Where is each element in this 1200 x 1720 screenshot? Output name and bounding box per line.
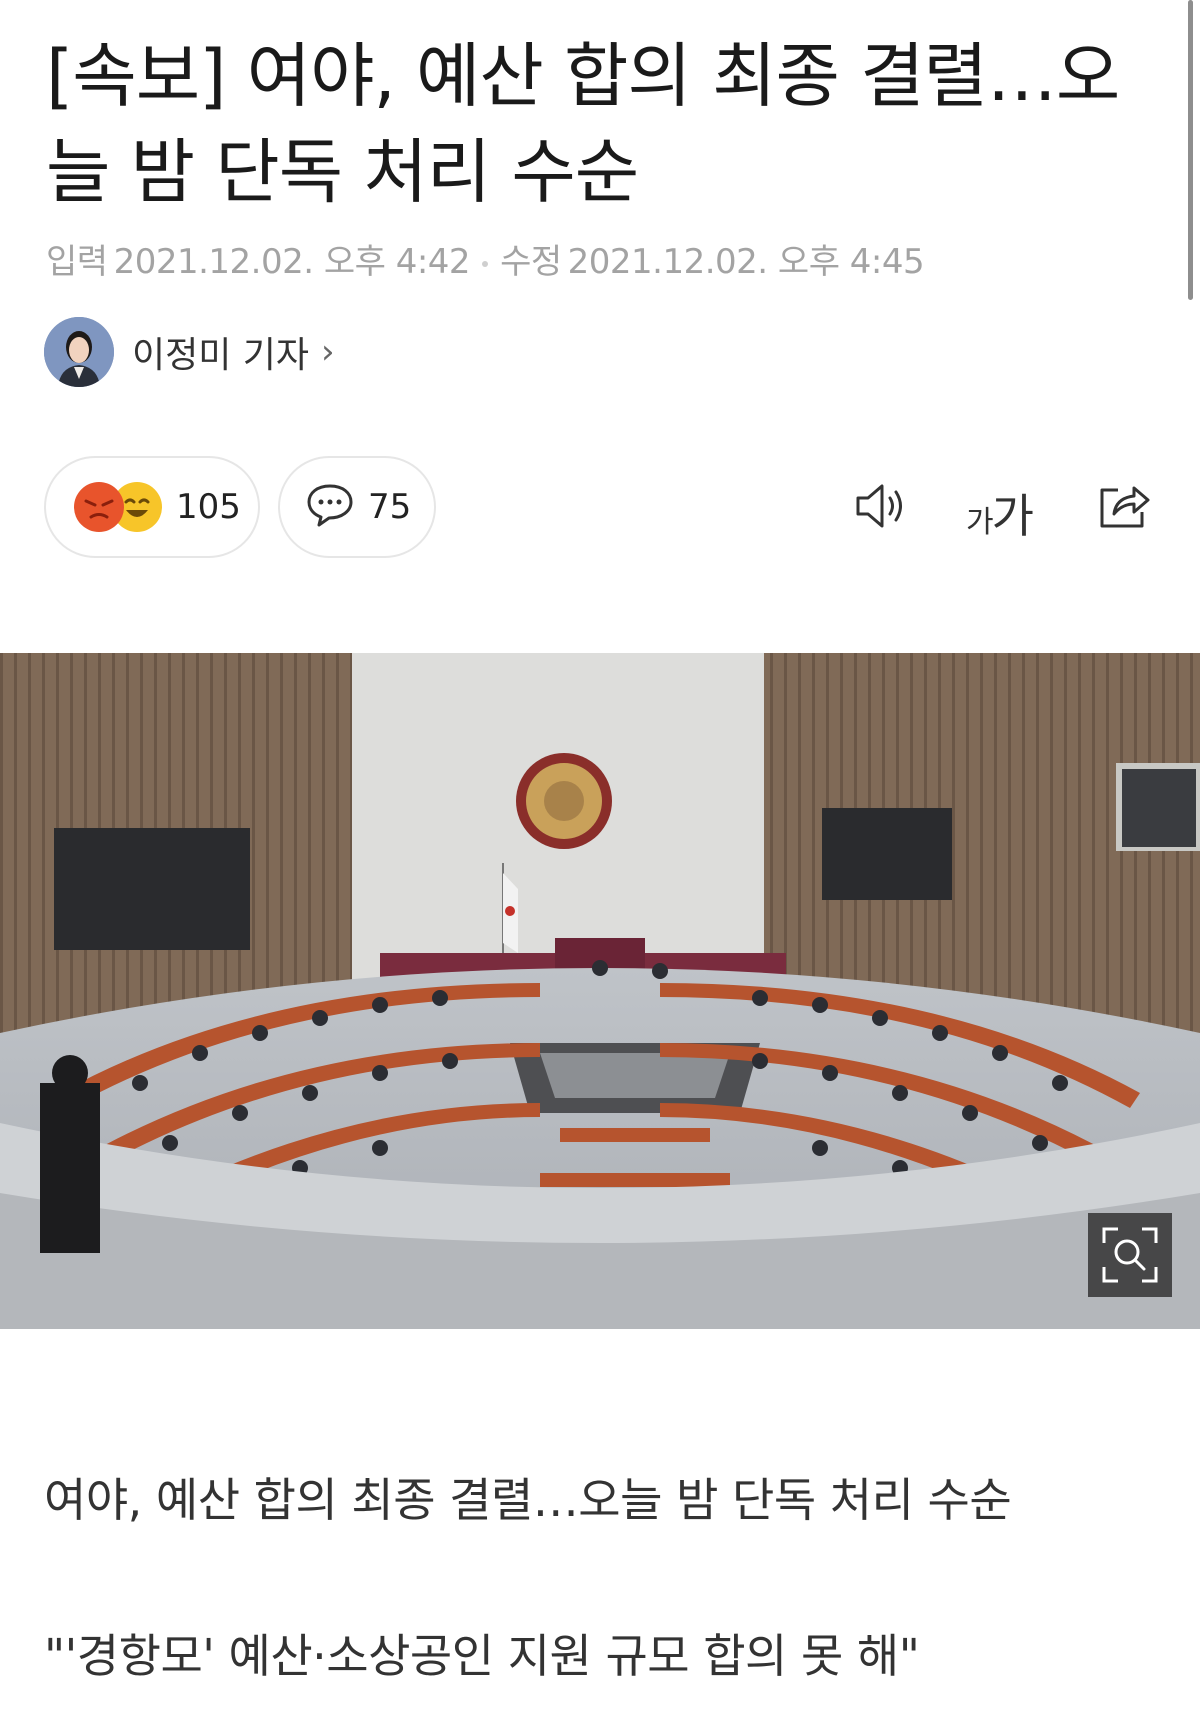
date-separator <box>482 260 489 267</box>
chevron-right-icon: › <box>321 332 335 372</box>
font-size-icon[interactable]: 가가 <box>966 480 1034 546</box>
reaction-button[interactable]: 105 <box>44 456 260 558</box>
author-name: 이정미 기자 <box>132 335 310 376</box>
speaker-icon[interactable] <box>854 480 910 536</box>
speech-bubble-icon <box>306 482 354 532</box>
photo-zoom-button[interactable] <box>1088 1213 1172 1297</box>
font-size-large-label: 가 <box>991 489 1034 543</box>
article-page: [속보] 여야, 예산 합의 최종 결렬…오늘 밤 단독 처리 수순 입력 202… <box>0 0 1200 1720</box>
modified-label: 수정 <box>500 242 562 282</box>
zoom-icon <box>1088 1227 1172 1301</box>
input-time: 2021.12.02. 오후 4:42 <box>113 242 471 282</box>
angry-emoji-icon <box>74 482 124 532</box>
comment-count: 75 <box>368 487 412 527</box>
share-icon[interactable] <box>1096 480 1152 536</box>
input-label: 입력 <box>46 242 108 282</box>
author-link[interactable]: 이정미 기자 › <box>44 316 335 388</box>
article-dates: 입력 2021.12.02. 오후 4:42 수정 2021.12.02. 오후 4:… <box>46 234 925 283</box>
author-avatar <box>44 317 114 387</box>
modified-time: 2021.12.02. 오후 4:45 <box>567 242 925 282</box>
article-subhead: 여야, 예산 합의 최종 결렬…오늘 밤 단독 처리 수순 <box>44 1473 1012 1527</box>
article-photo[interactable] <box>0 653 1200 1329</box>
article-headline: [속보] 여야, 예산 합의 최종 결렬…오늘 밤 단독 처리 수순 <box>46 35 1120 213</box>
article-quote: "'경항모' 예산·소상공인 지원 규모 합의 못 해" <box>44 1629 920 1683</box>
font-size-small-label: 가 <box>966 505 994 540</box>
comment-button[interactable]: 75 <box>278 456 436 558</box>
reaction-count: 105 <box>176 487 241 527</box>
scrollbar[interactable] <box>1188 0 1193 300</box>
